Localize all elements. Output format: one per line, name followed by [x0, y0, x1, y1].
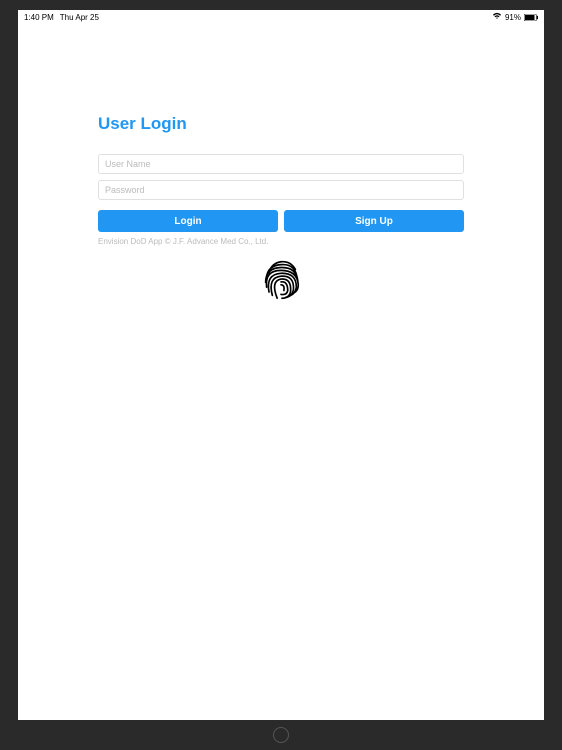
login-button[interactable]: Login [98, 210, 278, 232]
login-content: User Login Login Sign Up Envision DoD Ap… [18, 24, 544, 309]
status-time: 1:40 PM [24, 13, 54, 22]
screen: 1:40 PM Thu Apr 25 91% User Login Logi [18, 10, 544, 720]
status-date: Thu Apr 25 [60, 13, 99, 22]
status-bar: 1:40 PM Thu Apr 25 91% [18, 10, 544, 24]
copyright-text: Envision DoD App © J.F. Advance Med Co.,… [98, 237, 464, 246]
fingerprint-button[interactable] [98, 256, 464, 309]
signup-button[interactable]: Sign Up [284, 210, 464, 232]
battery-percent: 91% [505, 13, 521, 22]
device-frame: 1:40 PM Thu Apr 25 91% User Login Logi [0, 0, 562, 750]
status-right: 91% [492, 12, 538, 22]
fingerprint-icon [257, 256, 305, 309]
username-input[interactable] [98, 154, 464, 174]
status-left: 1:40 PM Thu Apr 25 [24, 13, 99, 22]
password-input[interactable] [98, 180, 464, 200]
wifi-icon [492, 12, 502, 22]
home-button[interactable] [273, 727, 289, 743]
page-title: User Login [98, 114, 464, 134]
button-row: Login Sign Up [98, 210, 464, 232]
battery-icon [524, 14, 538, 21]
